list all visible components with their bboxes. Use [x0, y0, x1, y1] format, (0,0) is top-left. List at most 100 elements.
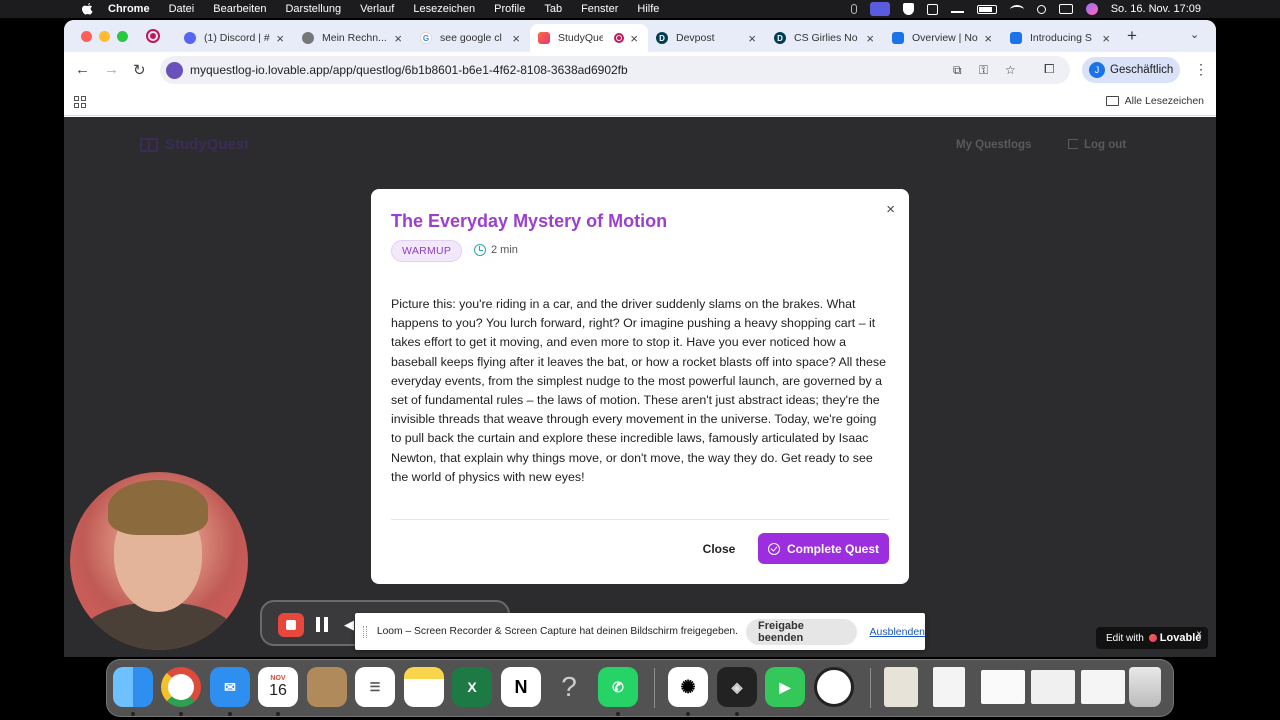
mail-icon[interactable]: ✉ [210, 667, 250, 707]
dock-separator [870, 668, 871, 708]
close-tab-icon[interactable]: × [748, 31, 756, 46]
menu-app-chrome[interactable]: Chrome [108, 3, 150, 15]
document-icon[interactable] [933, 667, 965, 707]
app-cube-icon[interactable]: ◈ [717, 667, 757, 707]
network-icon[interactable] [950, 5, 964, 13]
facetime-icon[interactable]: ▶ [765, 667, 805, 707]
contacts-icon[interactable] [307, 667, 347, 707]
menu-datei[interactable]: Datei [169, 3, 195, 15]
quest-duration: 2 min [474, 244, 518, 256]
pause-icon[interactable] [316, 617, 328, 632]
window-thumbnail-icon[interactable] [981, 670, 1025, 704]
quest-body-text: Picture this: you're riding in a car, an… [391, 297, 886, 484]
extensions-puzzle-icon[interactable]: ⧠ [1044, 61, 1054, 77]
forward-arrow-icon[interactable]: → [104, 61, 119, 78]
drag-handle-icon[interactable] [363, 625, 367, 638]
complete-quest-button[interactable]: Complete Quest [758, 533, 889, 564]
studyquest-logo[interactable]: StudyQuest [140, 136, 249, 153]
notion-icon[interactable]: N [501, 667, 541, 707]
tab-google-search[interactable]: G see google cl × [412, 24, 530, 52]
shield-icon[interactable] [902, 3, 914, 15]
microphone-icon[interactable] [850, 4, 857, 14]
menu-tab[interactable]: Tab [544, 3, 562, 15]
close-tab-icon[interactable]: × [630, 31, 638, 46]
window-close-button[interactable] [81, 31, 92, 42]
chatgpt-icon[interactable]: ✺ [668, 667, 708, 707]
finder-icon[interactable] [113, 667, 153, 707]
nav-my-questlogs[interactable]: My Questlogs [956, 139, 1031, 151]
window-thumbnail-icon[interactable] [1031, 670, 1075, 704]
help-question-icon[interactable]: ? [549, 667, 589, 707]
close-tab-icon[interactable]: × [866, 31, 874, 46]
more-menu-icon[interactable]: ⋮ [1194, 61, 1208, 78]
menubar-clock[interactable]: So. 16. Nov. 17:09 [1111, 3, 1201, 15]
tab-studyquest[interactable]: StudyQue × [530, 24, 648, 52]
tab-overview[interactable]: Overview | No × [884, 24, 1002, 52]
menu-profile[interactable]: Profile [494, 3, 525, 15]
profile-button[interactable]: J Geschäftlich [1082, 57, 1180, 83]
reminders-icon[interactable]: ☰ [355, 667, 395, 707]
window-thumbnail-icon[interactable] [1081, 670, 1125, 704]
close-tab-icon[interactable]: × [394, 31, 402, 46]
back-arrow-icon[interactable]: ← [75, 61, 90, 78]
trash-icon[interactable] [1129, 667, 1161, 707]
grid-icon[interactable] [926, 3, 938, 15]
tab-mein-rechner[interactable]: Mein Rechn... × [294, 24, 412, 52]
close-badge-icon[interactable]: × [1196, 629, 1202, 640]
rewind-icon[interactable]: ◀ [344, 617, 354, 633]
duration-text: 2 min [491, 244, 518, 256]
stop-sharing-button[interactable]: Freigabe beenden [746, 618, 857, 645]
menu-verlauf[interactable]: Verlauf [360, 3, 394, 15]
siri-icon[interactable] [1085, 3, 1098, 15]
apps-grid-icon[interactable] [74, 96, 86, 108]
hide-link[interactable]: Ausblenden [870, 626, 925, 638]
clock-app-icon[interactable] [814, 667, 854, 707]
battery-icon[interactable] [976, 4, 997, 14]
menu-fenster[interactable]: Fenster [581, 3, 618, 15]
bookmark-star-icon[interactable]: ☆ [1005, 63, 1016, 77]
reload-icon[interactable]: ↻ [133, 61, 146, 79]
tab-discord[interactable]: (1) Discord | # × [176, 24, 294, 52]
chrome-icon[interactable] [161, 667, 201, 707]
whatsapp-icon[interactable]: ✆ [598, 667, 638, 707]
apple-icon[interactable] [80, 2, 94, 16]
close-tab-icon[interactable]: × [276, 31, 284, 46]
stop-recording-button[interactable] [278, 613, 304, 637]
notes-icon[interactable] [404, 667, 444, 707]
control-center-icon[interactable] [1058, 4, 1073, 14]
nav-logout[interactable]: Log out [1068, 139, 1126, 151]
window-minimize-button[interactable] [99, 31, 110, 42]
password-key-icon[interactable]: ⚿ [979, 63, 988, 78]
calendar-icon[interactable]: NOV 16 [258, 667, 298, 707]
close-x-icon[interactable]: × [886, 201, 895, 218]
site-info-icon[interactable] [166, 62, 183, 79]
macos-dock: ✉ NOV 16 ☰ X N ? ✆ ✺ ◈ ▶ [106, 659, 1174, 717]
menu-darstellung[interactable]: Darstellung [285, 3, 341, 15]
tab-devpost[interactable]: D Devpost × [648, 24, 766, 52]
address-bar[interactable]: myquestlog-io.lovable.app/app/questlog/6… [160, 56, 1070, 84]
webcam-bubble[interactable] [70, 472, 248, 650]
spotlight-search-icon[interactable] [1036, 4, 1046, 14]
pinned-tab-recording-icon[interactable] [146, 29, 160, 43]
window-zoom-button[interactable] [117, 31, 128, 42]
menu-hilfe[interactable]: Hilfe [637, 3, 659, 15]
tab-search-chevron-icon[interactable]: ⌄ [1190, 28, 1199, 41]
all-bookmarks-button[interactable]: Alle Lesezeichen [1105, 95, 1204, 107]
preview-thumbnail-icon[interactable] [884, 667, 918, 707]
close-tab-icon[interactable]: × [512, 31, 520, 46]
tab-cs-girlies[interactable]: D CS Girlies No × [766, 24, 884, 52]
close-button[interactable]: Close [691, 533, 747, 564]
menu-bearbeiten[interactable]: Bearbeiten [213, 3, 266, 15]
close-tab-icon[interactable]: × [1102, 31, 1110, 46]
wifi-icon[interactable] [1009, 4, 1024, 14]
close-tab-icon[interactable]: × [984, 31, 992, 46]
new-tab-plus-icon[interactable]: + [1127, 26, 1137, 46]
translate-icon[interactable]: ⧉ [953, 63, 962, 78]
tab-introducing[interactable]: Introducing S × [1002, 24, 1120, 52]
screen-mirroring-icon[interactable] [869, 2, 890, 16]
url-text[interactable]: myquestlog-io.lovable.app/app/questlog/6… [190, 63, 628, 77]
tab-title: see google cl [440, 32, 502, 44]
menu-lesezeichen[interactable]: Lesezeichen [413, 3, 475, 15]
edit-with-lovable-badge[interactable]: Edit with Lovable × [1096, 627, 1208, 649]
excel-icon[interactable]: X [452, 667, 492, 707]
